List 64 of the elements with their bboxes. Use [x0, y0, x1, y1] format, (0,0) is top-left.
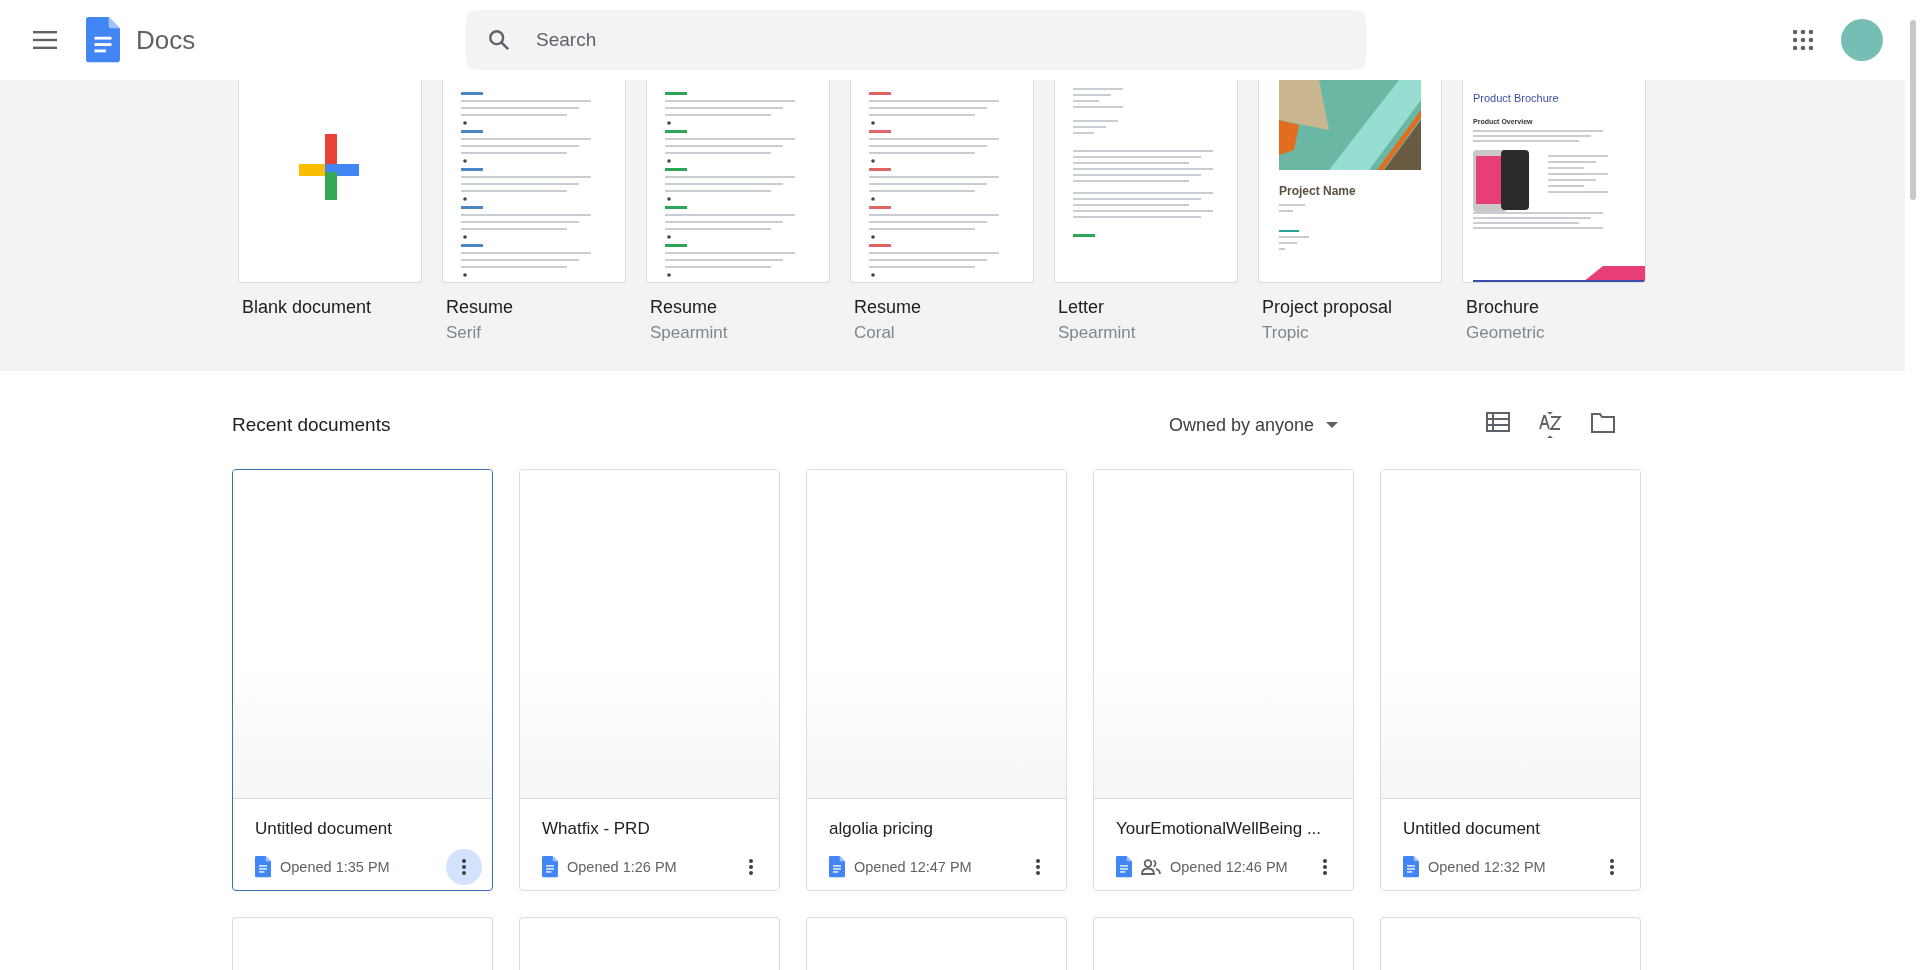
document-icon [1403, 856, 1419, 878]
more-icon [1323, 859, 1327, 875]
template-thumbnail[interactable] [238, 80, 422, 283]
template-name: Letter [1058, 297, 1106, 318]
template-name: Project proposal [1262, 297, 1394, 318]
app-name[interactable]: Docs [136, 24, 196, 56]
document-icon [1116, 856, 1132, 878]
sort-icon[interactable] [1538, 412, 1562, 438]
document-title: Untitled document [1403, 819, 1542, 839]
document-card[interactable]: Untitled document Opened 1:35 PM [232, 469, 493, 891]
document-card[interactable]: algolia pricing Opened 12:47 PM [806, 469, 1067, 891]
opened-time: Opened 1:26 PM [567, 859, 678, 875]
folder-icon[interactable] [1590, 412, 1616, 434]
document-icon [829, 856, 845, 878]
document-icon [255, 856, 271, 878]
template-thumbnail[interactable] [1054, 80, 1238, 283]
template-thumbnail[interactable] [646, 80, 830, 283]
search-icon [488, 29, 510, 51]
details-drawing [1279, 204, 1309, 250]
template-style: Spearmint [650, 323, 729, 343]
more-button[interactable] [446, 849, 482, 885]
scrollbar[interactable] [1909, 20, 1916, 200]
owner-filter[interactable]: Owned by anyone [1168, 414, 1338, 436]
apps-icon[interactable] [1793, 30, 1813, 50]
more-icon [1610, 859, 1614, 875]
document-card[interactable]: Whatfix - PRD Opened 1:26 PM [519, 469, 780, 891]
template-thumbnail[interactable] [442, 80, 626, 283]
template-style: Geometric [1466, 323, 1546, 343]
template-style: Tropic [1262, 323, 1310, 343]
more-icon [462, 859, 466, 875]
opened-time: Opened 12:46 PM [1170, 859, 1289, 875]
section-title: Recent documents [232, 414, 392, 436]
document-title: algolia pricing [829, 819, 934, 839]
template-name: Resume [650, 297, 719, 318]
document-card[interactable]: YourEmotionalWellBeing ... Opened 12:46 PM [1093, 469, 1354, 891]
document-title: YourEmotionalWellBeing ... [1116, 819, 1323, 839]
template-style: Serif [446, 323, 482, 343]
more-icon [1036, 859, 1040, 875]
list-view-icon[interactable] [1486, 412, 1510, 432]
document-icon [86, 17, 120, 63]
template-name: Resume [446, 297, 515, 318]
plus-icon [299, 134, 359, 200]
phone-drawing [1473, 150, 1529, 212]
template-thumbnail[interactable] [850, 80, 1034, 283]
opened-time: Opened 12:32 PM [1428, 859, 1547, 875]
opened-time: Opened 1:35 PM [280, 859, 391, 875]
opened-time: Opened 12:47 PM [854, 859, 973, 875]
search-field[interactable]: Search [466, 10, 1366, 70]
menu-icon [33, 31, 57, 49]
avatar[interactable] [1841, 19, 1883, 61]
template-name: Resume [854, 297, 923, 318]
template-name: Blank document [242, 297, 373, 318]
more-icon [749, 859, 753, 875]
document-icon [542, 856, 558, 878]
template-style: Coral [854, 323, 896, 343]
heading: Product Brochure [1473, 92, 1559, 104]
template-name: Brochure [1466, 297, 1541, 318]
heading: Project Name [1279, 184, 1356, 198]
document-title: Whatfix - PRD [542, 819, 651, 839]
template-thumbnail[interactable]: Project Name [1258, 80, 1442, 283]
dropdown-icon [1326, 422, 1338, 428]
template-style: Spearmint [1058, 323, 1137, 343]
document-title: Untitled document [255, 819, 394, 839]
document-card[interactable]: Untitled document Opened 12:32 PM [1380, 469, 1641, 891]
